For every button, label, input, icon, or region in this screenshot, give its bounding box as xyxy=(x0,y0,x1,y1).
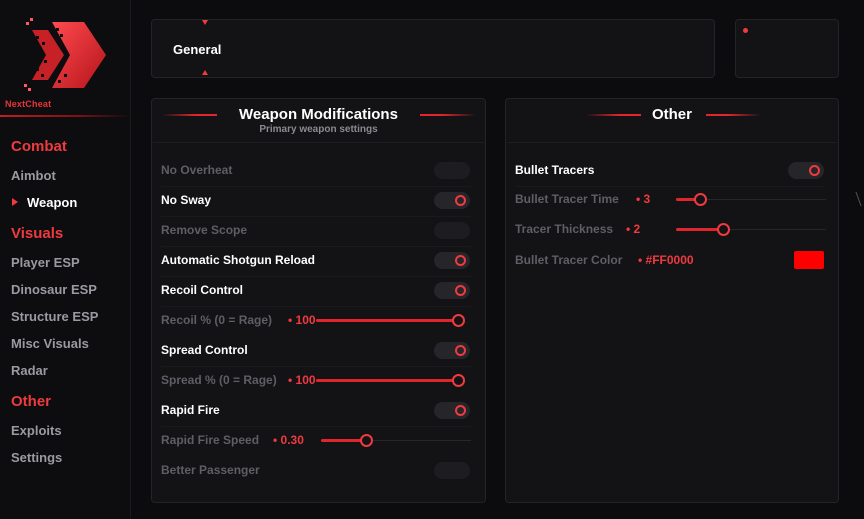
remove-scope-toggle[interactable] xyxy=(434,222,470,239)
other-group: Other Bullet Tracers Bullet Tracer Time … xyxy=(505,98,839,503)
nav-item-dinosaur-esp[interactable]: Dinosaur ESP xyxy=(11,282,97,297)
nav-item-exploits[interactable]: Exploits xyxy=(11,423,62,438)
sidebar: NextCheat Combat Aimbot Weapon Visuals P… xyxy=(0,0,131,519)
automatic-shotgun-reload-toggle[interactable] xyxy=(434,252,470,269)
nav-item-misc-visuals[interactable]: Misc Visuals xyxy=(11,336,89,351)
group-title: Other xyxy=(651,106,692,123)
setting-label: Rapid Fire Speed xyxy=(161,433,260,447)
toggle-knob xyxy=(455,195,466,206)
title-divider-right xyxy=(420,114,476,116)
setting-label: Remove Scope xyxy=(161,223,248,237)
tab-general[interactable]: General xyxy=(173,42,221,57)
slider-fill xyxy=(316,379,458,382)
setting-label: Better Passenger xyxy=(161,463,260,477)
no-overheat-toggle[interactable] xyxy=(434,162,470,179)
row-divider xyxy=(161,426,471,427)
slider-fill xyxy=(316,319,458,322)
tracer-color-swatch[interactable] xyxy=(794,251,824,269)
slider-value: • 2 xyxy=(626,222,641,236)
row-divider xyxy=(161,306,471,307)
slider-value: • 100 xyxy=(288,373,316,387)
brand-name: NextCheat xyxy=(5,99,52,109)
slider-fill xyxy=(676,228,723,231)
setting-label: No Overheat xyxy=(161,163,233,177)
nav-item-player-esp[interactable]: Player ESP xyxy=(11,255,80,270)
rapid-fire-toggle[interactable] xyxy=(434,402,470,419)
setting-label: Spread Control xyxy=(161,343,248,357)
setting-label: Tracer Thickness xyxy=(515,222,614,236)
setting-label: Bullet Tracers xyxy=(515,163,595,177)
nav-item-structure-esp[interactable]: Structure ESP xyxy=(11,309,98,324)
spread-control-toggle[interactable] xyxy=(434,342,470,359)
slider-value: • 0.30 xyxy=(273,433,304,447)
row-divider xyxy=(161,216,471,217)
toggle-knob xyxy=(455,345,466,356)
nav-item-radar[interactable]: Radar xyxy=(11,363,48,378)
row-divider xyxy=(515,186,825,187)
toggle-knob xyxy=(455,255,466,266)
logo: NextCheat xyxy=(0,0,131,116)
slider-value: • 3 xyxy=(636,192,651,206)
nav-section-visuals[interactable]: Visuals xyxy=(11,225,63,242)
toggle-knob xyxy=(809,165,820,176)
slider-knob[interactable] xyxy=(452,314,465,327)
toggle-knob xyxy=(455,285,466,296)
slider-knob[interactable] xyxy=(360,434,373,447)
nav-item-settings[interactable]: Settings xyxy=(11,450,62,465)
setting-label: Recoil % (0 = Rage) xyxy=(161,313,273,327)
slider-knob[interactable] xyxy=(452,374,465,387)
group-header-divider xyxy=(507,142,837,143)
tab-selector[interactable]: General xyxy=(151,19,715,78)
slider-value: • 100 xyxy=(288,313,316,327)
better-passenger-toggle[interactable] xyxy=(434,462,470,479)
nav-item-aimbot[interactable]: Aimbot xyxy=(11,168,56,183)
setting-label: Recoil Control xyxy=(161,283,244,297)
color-hex-value: • #FF0000 xyxy=(638,253,694,267)
nav-item-weapon[interactable]: Weapon xyxy=(27,195,77,210)
indicator-dot-icon xyxy=(743,28,748,33)
slider-knob[interactable] xyxy=(717,223,730,236)
row-divider xyxy=(161,186,471,187)
setting-label: No Sway xyxy=(161,193,212,207)
slider-knob[interactable] xyxy=(694,193,707,206)
weapon-modifications-group: Weapon Modifications Primary weapon sett… xyxy=(151,98,486,503)
logo-icon xyxy=(24,18,106,91)
no-sway-toggle[interactable] xyxy=(434,192,470,209)
brand-divider xyxy=(0,115,131,117)
recoil-control-toggle[interactable] xyxy=(434,282,470,299)
setting-label: Bullet Tracer Color xyxy=(515,253,623,267)
row-divider xyxy=(161,246,471,247)
bullet-tracers-toggle[interactable] xyxy=(788,162,824,179)
chevron-down-icon[interactable] xyxy=(202,70,208,75)
group-subtitle: Primary weapon settings xyxy=(259,124,378,135)
setting-label: Rapid Fire xyxy=(161,403,220,417)
row-divider xyxy=(161,276,471,277)
group-header-divider xyxy=(153,142,484,143)
chevron-up-icon[interactable] xyxy=(202,20,208,25)
tab-secondary[interactable] xyxy=(735,19,839,78)
nav-section-combat[interactable]: Combat xyxy=(11,138,67,155)
nav-section-other[interactable]: Other xyxy=(11,393,51,410)
row-divider xyxy=(161,366,471,367)
setting-label: Spread % (0 = Rage) xyxy=(161,373,277,387)
toggle-knob xyxy=(455,405,466,416)
title-divider-right xyxy=(706,114,761,116)
active-arrow-icon xyxy=(12,198,18,206)
setting-label: Automatic Shotgun Reload xyxy=(161,253,315,267)
setting-label: Bullet Tracer Time xyxy=(515,192,619,206)
edge-chevron-icon xyxy=(855,192,864,206)
